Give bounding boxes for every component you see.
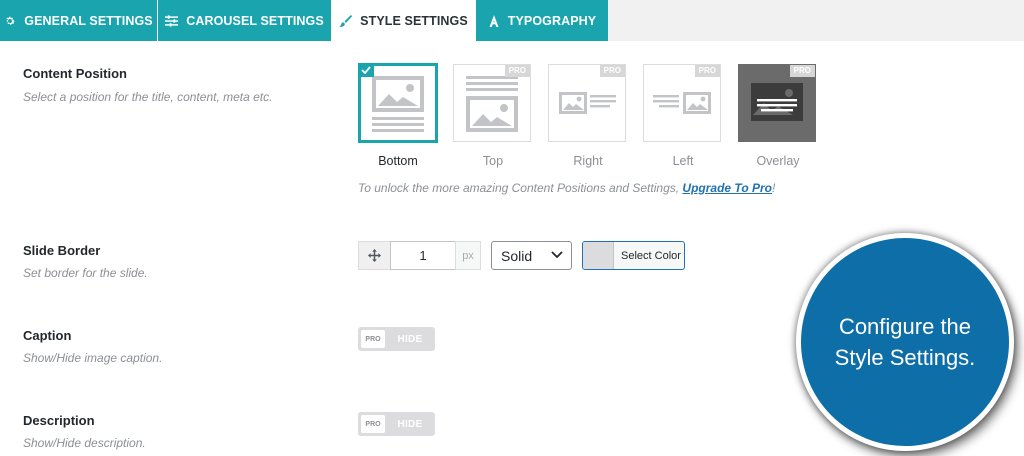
border-width-handle[interactable] bbox=[358, 241, 391, 270]
border-color-picker-button[interactable]: Select Color bbox=[582, 241, 685, 270]
upgrade-note-suffix: ! bbox=[771, 181, 776, 195]
description-toggle[interactable]: PRO HIDE bbox=[358, 412, 435, 436]
description-description: Show/Hide description. bbox=[23, 436, 146, 450]
pro-badge: PRO bbox=[361, 330, 385, 348]
caption-toggle[interactable]: PRO HIDE bbox=[358, 327, 435, 351]
tab-typography[interactable]: TYPOGRAPHY bbox=[476, 0, 608, 41]
border-style-select[interactable]: Solid bbox=[491, 241, 572, 270]
upgrade-to-pro-link[interactable]: Upgrade To Pro bbox=[682, 181, 772, 195]
paintbrush-icon bbox=[339, 14, 353, 27]
description-label: Description bbox=[23, 413, 95, 428]
checkmark-icon bbox=[358, 63, 374, 77]
border-style-value: Solid bbox=[501, 247, 533, 264]
settings-tabs: GENERAL SETTINGS CAROUSEL SETTINGS STYLE… bbox=[0, 0, 1024, 41]
position-option-bottom-label: Bottom bbox=[378, 154, 418, 168]
pro-badge: PRO bbox=[694, 65, 720, 77]
tab-style-settings[interactable]: STYLE SETTINGS bbox=[331, 0, 476, 41]
position-option-top-label: Top bbox=[482, 154, 504, 168]
slide-border-label: Slide Border bbox=[23, 243, 101, 258]
position-option-right[interactable]: PRO bbox=[548, 64, 626, 142]
callout-bubble: Configure the Style Settings. bbox=[796, 233, 1014, 451]
callout-text: Configure the Style Settings. bbox=[835, 311, 976, 373]
callout-line-1: Configure the bbox=[838, 314, 972, 339]
tab-general-settings-label: GENERAL SETTINGS bbox=[24, 13, 153, 28]
position-option-right-label: Right bbox=[573, 154, 603, 168]
typography-icon bbox=[489, 14, 499, 27]
upgrade-note-text: To unlock the more amazing Content Posit… bbox=[358, 181, 683, 195]
select-color-label: Select Color bbox=[621, 249, 681, 262]
content-position-label: Content Position bbox=[23, 66, 127, 81]
callout-line-2: Style Settings. bbox=[834, 345, 976, 370]
color-swatch bbox=[583, 242, 614, 269]
sliders-icon bbox=[165, 14, 179, 27]
tab-carousel-settings[interactable]: CAROUSEL SETTINGS bbox=[158, 0, 331, 41]
pro-badge: PRO bbox=[504, 65, 530, 77]
gear-icon bbox=[6, 16, 15, 25]
pro-badge: PRO bbox=[361, 415, 385, 433]
position-option-overlay-label: Overlay bbox=[756, 154, 800, 168]
tab-style-settings-label: STYLE SETTINGS bbox=[360, 13, 468, 28]
chevron-down-icon bbox=[551, 251, 563, 259]
caption-label: Caption bbox=[23, 328, 72, 343]
pro-badge: PRO bbox=[789, 65, 815, 77]
position-option-bottom[interactable] bbox=[358, 63, 438, 143]
tab-typography-label: TYPOGRAPHY bbox=[507, 13, 597, 28]
position-option-overlay[interactable]: PRO bbox=[738, 64, 816, 142]
upgrade-note: To unlock the more amazing Content Posit… bbox=[358, 181, 775, 195]
position-option-left[interactable]: PRO bbox=[643, 64, 721, 142]
position-option-top[interactable]: PRO bbox=[453, 64, 531, 142]
tab-carousel-settings-label: CAROUSEL SETTINGS bbox=[186, 13, 324, 28]
caption-description: Show/Hide image caption. bbox=[23, 351, 163, 365]
tab-general-settings[interactable]: GENERAL SETTINGS bbox=[0, 0, 157, 41]
content-position-description: Select a position for the title, content… bbox=[23, 90, 273, 104]
slide-border-description: Set border for the slide. bbox=[23, 266, 148, 280]
pro-badge: PRO bbox=[599, 65, 625, 77]
move-arrows-icon bbox=[368, 249, 381, 262]
border-width-input[interactable] bbox=[390, 241, 456, 270]
caption-toggle-state: HIDE bbox=[397, 333, 423, 345]
position-option-left-label: Left bbox=[672, 154, 694, 168]
description-toggle-state: HIDE bbox=[397, 418, 423, 430]
border-width-unit: px bbox=[455, 241, 481, 270]
image-bottom-text-icon bbox=[372, 76, 424, 132]
